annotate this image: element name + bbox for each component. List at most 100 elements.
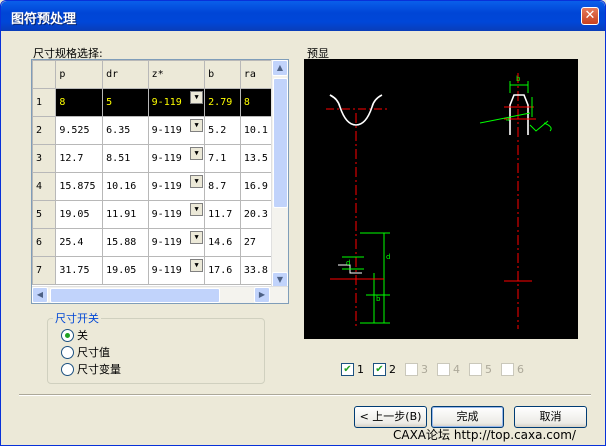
vertical-scrollbar[interactable]: ▲ ▼	[271, 60, 288, 288]
table-cell[interactable]: 6.35	[102, 116, 149, 145]
radio-button[interactable]	[61, 328, 74, 342]
table-cell[interactable]: 31.75	[55, 256, 104, 285]
table-cell[interactable]: 12.7	[55, 144, 104, 173]
table-cell[interactable]: 19.05	[102, 256, 149, 285]
table-cell[interactable]: 5	[102, 88, 149, 117]
radio-button[interactable]	[61, 345, 74, 359]
title-bar[interactable]: 图符预处理 ✕	[1, 1, 605, 31]
table-cell[interactable]: 9.525	[55, 116, 104, 145]
column-header[interactable]: z*	[147, 60, 206, 89]
table-cell[interactable]: 8.51	[102, 144, 149, 173]
scroll-up-icon[interactable]: ▲	[272, 60, 288, 76]
radio-button[interactable]	[61, 362, 74, 376]
table-cell[interactable]: 19.05	[55, 200, 104, 229]
table-row[interactable]: 3 12.7 8.51 9-119 ▼ 7.1 13.5	[32, 144, 272, 173]
cell-value: 7.1	[208, 153, 227, 164]
table-cell[interactable]: 9-119 ▼	[147, 200, 206, 229]
table-cell[interactable]: 10.16	[102, 172, 149, 201]
close-button[interactable]: ✕	[581, 7, 599, 25]
cell-value: 14.6	[208, 237, 233, 248]
radio-option[interactable]: 尺寸值	[61, 344, 110, 360]
row-header[interactable]: 6	[32, 228, 57, 257]
dropdown-arrow-icon[interactable]: ▼	[190, 147, 204, 160]
dropdown-arrow-icon[interactable]: ▼	[190, 91, 204, 104]
table-row[interactable]: 1 8 5 9-119 ▼ 2.79 8	[32, 88, 272, 117]
table-cell[interactable]: 8	[55, 88, 104, 117]
table-row[interactable]: 4 15.875 10.16 9-119 ▼ 8.7 16.9	[32, 172, 272, 201]
table-cell[interactable]: 33.8	[239, 256, 272, 285]
table-cell[interactable]: 9-119 ▼	[147, 116, 206, 145]
cancel-button[interactable]: 取消	[514, 406, 587, 428]
table-cell[interactable]: 10.1	[239, 116, 272, 145]
dropdown-arrow-icon[interactable]: ▼	[190, 203, 204, 216]
cell-value: 9-119	[151, 209, 182, 220]
scroll-right-icon[interactable]: ▶	[254, 287, 270, 303]
cell-value: 9-119	[151, 97, 182, 108]
horizontal-scroll-thumb[interactable]	[50, 288, 220, 303]
table-cell[interactable]: 13.5	[239, 144, 272, 173]
cell-value: 19.05	[59, 209, 90, 220]
cell-value: 11.91	[106, 209, 137, 220]
radio-option[interactable]: 尺寸变量	[61, 361, 121, 377]
table-cell[interactable]: 17.6	[204, 256, 241, 285]
table-row[interactable]: 5 19.05 11.91 9-119 ▼ 11.7 20.3	[32, 200, 272, 229]
size-table: p dr z* b ra 1 8 5 9-119 ▼ 2.79 8 2 9.525 6.35 9-119 ▼ 5…	[32, 60, 272, 285]
table-cell[interactable]: 2.79	[204, 88, 241, 117]
view-checkbox[interactable]: ✔ 1	[341, 363, 364, 376]
table-cell[interactable]: 25.4	[55, 228, 104, 257]
window-title: 图符预处理	[11, 12, 77, 27]
table-cell[interactable]: 7.1	[204, 144, 241, 173]
table-cell[interactable]: 9-119 ▼	[147, 228, 206, 257]
row-header[interactable]: 4	[32, 172, 57, 201]
size-grid[interactable]: p dr z* b ra 1 8 5 9-119 ▼ 2.79 8 2 9.525 6.35 9-119 ▼ 5…	[31, 59, 289, 304]
table-row[interactable]: 2 9.525 6.35 9-119 ▼ 5.2 10.1	[32, 116, 272, 145]
row-header[interactable]: 3	[32, 144, 57, 173]
dropdown-arrow-icon[interactable]: ▼	[190, 119, 204, 132]
table-cell[interactable]: 9-119 ▼	[147, 172, 206, 201]
table-cell[interactable]: 16.9	[239, 172, 272, 201]
table-cell[interactable]: 14.6	[204, 228, 241, 257]
cell-value: 15.875	[59, 181, 96, 192]
table-row[interactable]: 6 25.4 15.88 9-119 ▼ 14.6 27	[32, 228, 272, 257]
table-cell[interactable]: 15.88	[102, 228, 149, 257]
horizontal-scrollbar[interactable]: ◀ ▶	[32, 286, 288, 303]
cell-value: 5	[106, 97, 113, 108]
cell-value: 10.16	[106, 181, 137, 192]
row-header[interactable]: 2	[32, 116, 57, 145]
column-header[interactable]: b	[204, 60, 241, 89]
checkbox[interactable]: ✔	[341, 363, 354, 376]
dropdown-arrow-icon[interactable]: ▼	[190, 175, 204, 188]
row-header[interactable]: 7	[32, 256, 57, 285]
table-cell[interactable]: 9-119 ▼	[147, 256, 206, 285]
table-cell[interactable]: 5.2	[204, 116, 241, 145]
checkbox[interactable]: ✔	[373, 363, 386, 376]
table-row[interactable]: 7 31.75 19.05 9-119 ▼ 17.6 33.8	[32, 256, 272, 285]
row-header[interactable]: 1	[32, 88, 57, 117]
checkbox	[437, 363, 450, 376]
column-header[interactable]: dr	[102, 60, 149, 89]
scroll-left-icon[interactable]: ◀	[32, 287, 48, 303]
table-cell[interactable]: 11.7	[204, 200, 241, 229]
table-cell[interactable]: 8.7	[204, 172, 241, 201]
table-cell[interactable]: 8	[239, 88, 272, 117]
table-cell[interactable]: 20.3	[239, 200, 272, 229]
table-cell[interactable]: 9-119 ▼	[147, 88, 206, 117]
cell-value: 33.8	[243, 265, 268, 276]
dropdown-arrow-icon[interactable]: ▼	[190, 259, 204, 272]
svg-text:a: a	[506, 116, 510, 123]
radio-label: 尺寸变量	[77, 363, 121, 376]
cell-value: 8.51	[106, 153, 131, 164]
column-header[interactable]: p	[55, 60, 104, 89]
vertical-scroll-thumb[interactable]	[273, 78, 288, 208]
table-cell[interactable]: 9-119 ▼	[147, 144, 206, 173]
radio-option[interactable]: 关	[61, 327, 88, 343]
table-cell[interactable]: 27	[239, 228, 272, 257]
table-cell[interactable]: 15.875	[55, 172, 104, 201]
table-cell[interactable]: 11.91	[102, 200, 149, 229]
dropdown-arrow-icon[interactable]: ▼	[190, 231, 204, 244]
row-header[interactable]: 5	[32, 200, 57, 229]
prev-button[interactable]: < 上一步(B)	[354, 406, 427, 428]
column-header[interactable]: ra	[239, 60, 272, 89]
view-checkbox[interactable]: ✔ 2	[373, 363, 396, 376]
finish-button[interactable]: 完成	[431, 406, 504, 428]
